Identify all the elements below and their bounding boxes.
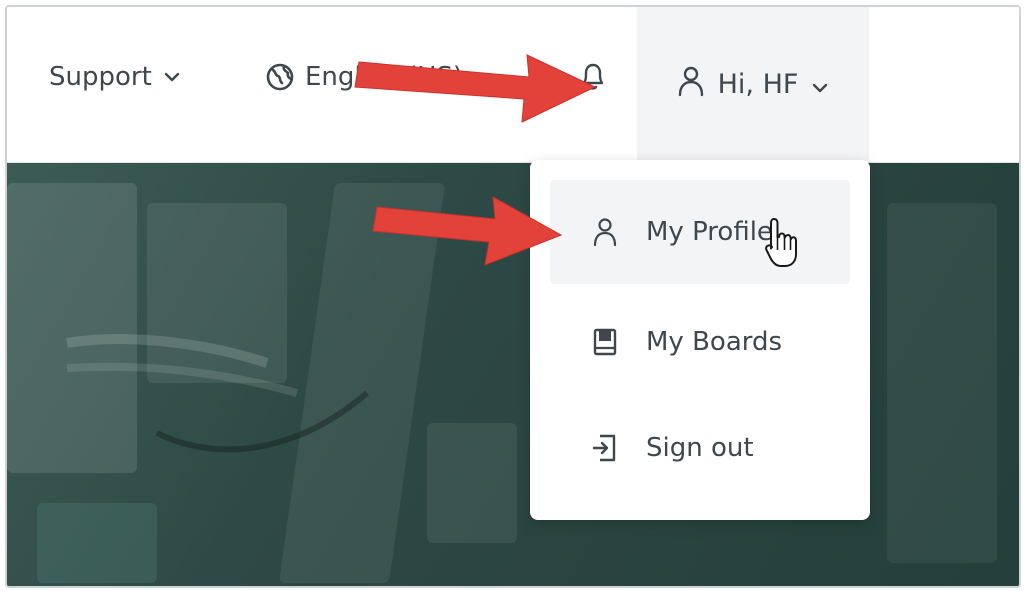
bell-icon <box>580 61 606 93</box>
language-selector[interactable]: English (US) <box>265 57 463 97</box>
support-menu-button[interactable]: Support <box>49 57 180 97</box>
globe-icon <box>265 62 295 92</box>
menu-item-label: My Profile <box>646 217 773 247</box>
hero-decoration <box>37 503 157 583</box>
hero-decoration <box>427 423 517 543</box>
menu-item-my-profile[interactable]: My Profile <box>550 180 850 284</box>
person-icon <box>590 217 620 247</box>
menu-item-label: My Boards <box>646 327 783 357</box>
screenshot-frame: Support English (US) Hi, HF My Profile M… <box>5 5 1021 588</box>
sign-out-icon <box>590 434 620 462</box>
hero-decoration <box>147 203 287 383</box>
menu-item-label: Sign out <box>646 433 754 463</box>
chevron-down-icon <box>812 69 828 100</box>
support-label: Support <box>49 62 152 92</box>
person-icon <box>678 65 704 104</box>
menu-item-sign-out[interactable]: Sign out <box>550 396 850 500</box>
notifications-button[interactable] <box>575 57 611 97</box>
hero-decoration <box>7 183 137 473</box>
language-label: English (US) <box>305 62 463 92</box>
account-greeting: Hi, HF <box>717 69 799 100</box>
top-navigation-bar: Support English (US) Hi, HF <box>7 7 1019 163</box>
hero-decoration <box>887 203 997 563</box>
board-icon <box>590 328 620 356</box>
account-menu-button[interactable]: Hi, HF <box>637 7 869 162</box>
hero-decoration <box>278 183 446 583</box>
menu-item-my-boards[interactable]: My Boards <box>550 290 850 394</box>
chevron-down-icon <box>164 72 180 82</box>
account-dropdown-menu: My Profile My Boards Sign out <box>530 160 870 520</box>
